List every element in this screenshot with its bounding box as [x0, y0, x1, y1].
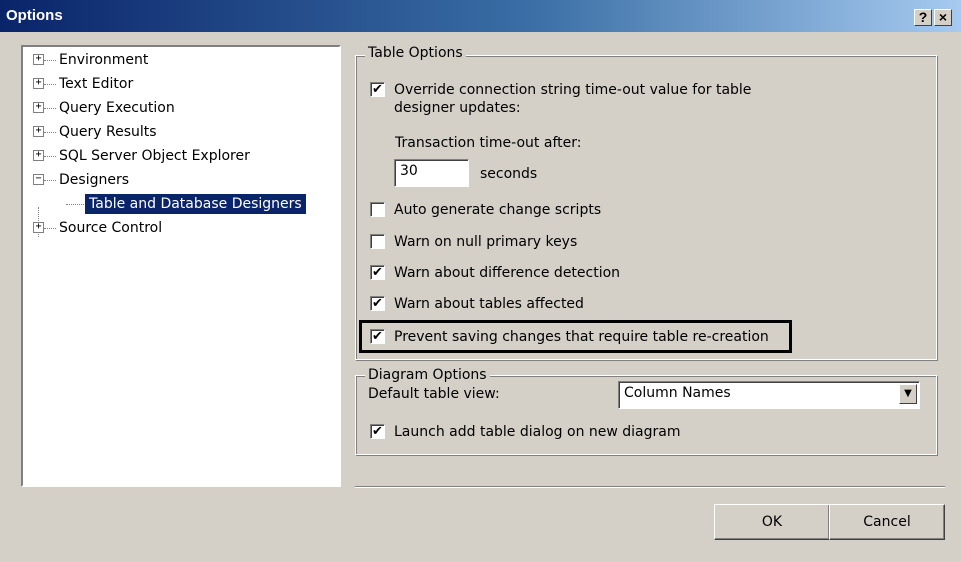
chevron-down-icon[interactable]: ▼ [899, 384, 917, 404]
expand-icon[interactable]: + [33, 102, 44, 113]
expand-icon[interactable]: + [33, 126, 44, 137]
tree-connector [44, 84, 56, 85]
help-button[interactable]: ? [914, 9, 932, 26]
auto-generate-checkbox[interactable]: Auto generate change scripts [370, 200, 670, 220]
prevent-saving-checkbox[interactable]: ✔ Prevent saving changes that require ta… [370, 327, 785, 347]
tree-item-label: Query Results [59, 124, 157, 140]
footer-divider [355, 486, 945, 488]
override-timeout-checkbox[interactable]: ✔ Override connection string time-out va… [370, 80, 790, 120]
expand-icon[interactable]: + [33, 150, 44, 161]
tree-item-query-execution[interactable]: + Query Execution [23, 97, 339, 119]
checkbox-box[interactable] [370, 234, 385, 249]
default-view-value: Column Names [624, 385, 731, 401]
tree-item-label: Environment [59, 52, 149, 68]
table-options-title: Table Options [365, 45, 466, 61]
tree-connector [66, 204, 84, 205]
override-timeout-label-line1: Override connection string time-out valu… [394, 82, 752, 98]
collapse-icon[interactable]: − [33, 174, 44, 185]
checkbox-box[interactable] [370, 202, 385, 217]
tree-connector [44, 60, 56, 61]
tree-connector [44, 108, 56, 109]
checkbox-box[interactable]: ✔ [370, 329, 385, 344]
warn-null-pk-checkbox[interactable]: Warn on null primary keys [370, 232, 670, 252]
expand-icon[interactable]: + [33, 54, 44, 65]
warn-tables-label: Warn about tables affected [394, 296, 584, 312]
default-view-select[interactable]: Column Names ▼ [618, 381, 920, 409]
tree-item-label: Designers [59, 172, 129, 188]
warn-null-pk-label: Warn on null primary keys [394, 234, 578, 250]
timeout-label: Transaction time-out after: [395, 135, 582, 151]
expand-icon[interactable]: + [33, 222, 44, 233]
warn-tables-checkbox[interactable]: ✔ Warn about tables affected [370, 294, 670, 314]
window-title: Options [6, 7, 63, 24]
warn-difference-label: Warn about difference detection [394, 265, 621, 281]
tree-item-environment[interactable]: + Environment [23, 49, 339, 71]
tree-connector [44, 180, 56, 181]
diagram-options-title: Diagram Options [365, 367, 490, 383]
tree-item-query-results[interactable]: + Query Results [23, 121, 339, 143]
tree-item-object-explorer[interactable]: + SQL Server Object Explorer [23, 145, 339, 167]
tree-item-label: Table and Database Designers [85, 194, 306, 214]
launch-add-table-checkbox[interactable]: ✔ Launch add table dialog on new diagram [370, 422, 710, 442]
tree-item-label: Query Execution [59, 100, 175, 116]
auto-generate-label: Auto generate change scripts [394, 202, 602, 218]
ok-button[interactable]: OK [714, 504, 830, 540]
tree-item-table-database-designers[interactable]: Table and Database Designers [23, 193, 339, 215]
tree-item-text-editor[interactable]: + Text Editor [23, 73, 339, 95]
tree-item-label: Text Editor [59, 76, 134, 92]
tree-item-label: Source Control [59, 220, 163, 236]
timeout-input[interactable]: 30 [394, 159, 469, 187]
options-tree[interactable]: + Environment + Text Editor + Query Exec… [21, 45, 341, 487]
tree-item-source-control[interactable]: + Source Control [23, 217, 339, 239]
cancel-button[interactable]: Cancel [829, 504, 945, 540]
close-button[interactable]: × [934, 9, 952, 26]
warn-difference-checkbox[interactable]: ✔ Warn about difference detection [370, 263, 670, 283]
prevent-saving-label: Prevent saving changes that require tabl… [394, 329, 769, 345]
tree-connector [44, 156, 56, 157]
tree-connector [44, 228, 56, 229]
tree-item-designers[interactable]: − Designers [23, 169, 339, 191]
launch-add-table-label: Launch add table dialog on new diagram [394, 424, 681, 440]
checkbox-box[interactable]: ✔ [370, 265, 385, 280]
checkbox-box[interactable]: ✔ [370, 296, 385, 311]
timeout-unit: seconds [480, 166, 538, 182]
expand-icon[interactable]: + [33, 78, 44, 89]
checkbox-box[interactable]: ✔ [370, 82, 385, 97]
options-dialog: Options ? × + Environment + Text Editor … [0, 0, 961, 562]
tree-item-label: SQL Server Object Explorer [59, 148, 250, 164]
tree-connector [44, 132, 56, 133]
checkbox-box[interactable]: ✔ [370, 424, 385, 439]
title-bar[interactable]: Options ? × [0, 0, 961, 32]
default-view-label: Default table view: [368, 386, 500, 402]
override-timeout-label-line2: designer updates: [394, 100, 521, 116]
